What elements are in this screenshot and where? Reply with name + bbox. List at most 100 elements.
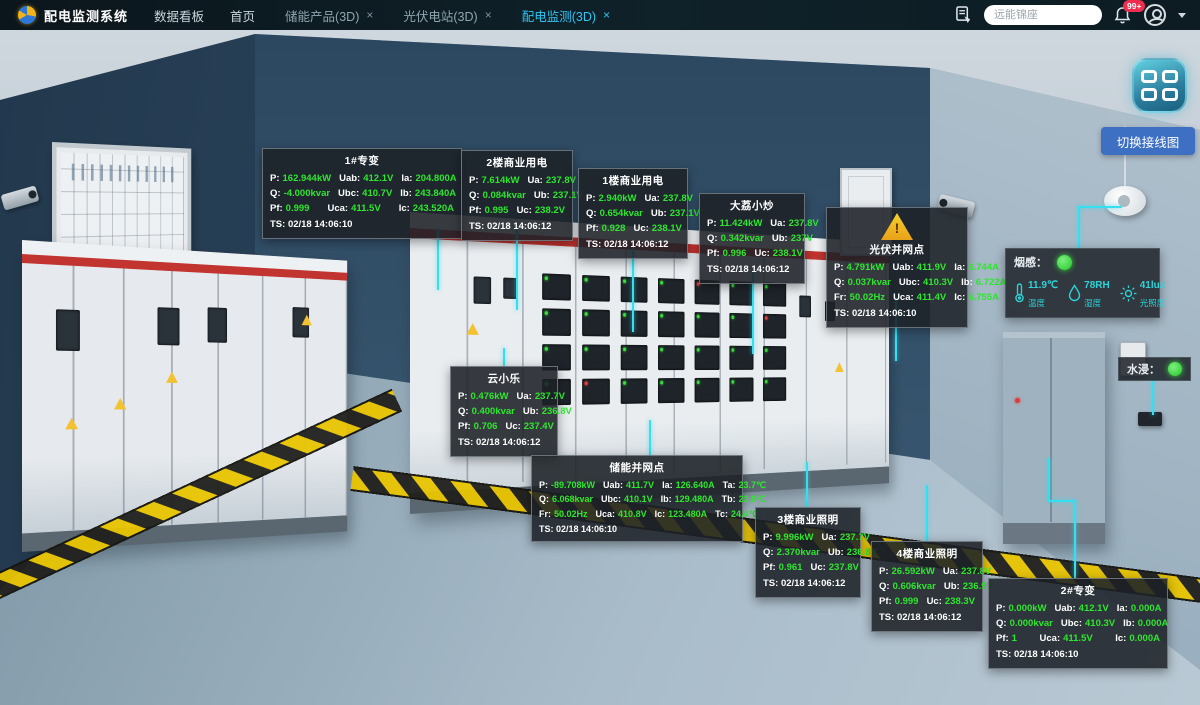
metric-value: -4.000kvar bbox=[284, 188, 330, 199]
metric-cell: Ub:237.1V bbox=[651, 206, 700, 221]
metric-label: Uca: bbox=[596, 509, 616, 519]
data-panel-floor2-commercial[interactable]: 2楼商业用电P:7.614kWUa:237.8VQ:0.084kvarUb:23… bbox=[461, 150, 573, 241]
panel-title: 4楼商业照明 bbox=[879, 546, 975, 563]
tab-storage-3d[interactable]: 储能产品(3D)× bbox=[285, 6, 373, 25]
panel-title: 光伏并网点 bbox=[834, 242, 960, 259]
metric-value: 50.02Hz bbox=[554, 509, 588, 519]
metric-label: Ic: bbox=[1115, 633, 1126, 644]
metric-value: 0.084kvar bbox=[483, 190, 526, 201]
metric-label: Uab: bbox=[1055, 603, 1076, 614]
metric-value: 6.068kvar bbox=[552, 494, 593, 504]
panel-row: Q:2.370kvarUb:236.8V bbox=[763, 545, 853, 560]
panel-row: Pf:1Uca:411.5VIc:0.000A bbox=[996, 631, 1160, 646]
metric-value: 0.342kvar bbox=[721, 233, 764, 244]
metric-value: 9.996kW bbox=[776, 532, 814, 543]
switch-wiring-diagram-button[interactable]: 切换接线图 bbox=[1101, 127, 1195, 155]
metric-cell: Ua:237.8V bbox=[528, 173, 576, 188]
data-panel-yun-xiaole[interactable]: 云小乐P:0.476kWUa:237.7VQ:0.400kvarUb:236.8… bbox=[450, 366, 558, 457]
metric-cell: Ua:237.8V bbox=[645, 191, 693, 206]
tab-close-icon[interactable]: × bbox=[366, 8, 373, 22]
connector-line bbox=[632, 248, 634, 332]
cabinet-right-end[interactable] bbox=[1003, 332, 1105, 544]
tab-close-icon[interactable]: × bbox=[485, 8, 492, 22]
metric-value: 237.7V bbox=[535, 391, 565, 402]
data-panel-floor4-lighting[interactable]: 4楼商业照明P:26.592kWUa:237.8VQ:0.606kvarUb:2… bbox=[871, 541, 983, 632]
data-panel-floor1-commercial[interactable]: 1楼商业用电P:2.940kWUa:237.8VQ:0.654kvarUb:23… bbox=[578, 168, 688, 259]
panel-title: 2#专变 bbox=[996, 583, 1160, 600]
metric-cell: Ic:0.000A bbox=[1115, 631, 1160, 646]
panel-row: Q:6.068kvarUbc:410.1VIb:129.480ATb:23.9℃ bbox=[539, 492, 735, 506]
metric-value: 0.928 bbox=[602, 223, 626, 234]
metric-cell: Pf:0.996 bbox=[707, 246, 746, 261]
metric-label: Ia: bbox=[401, 173, 412, 184]
metric-cell: Q:0.654kvar bbox=[586, 206, 643, 221]
top-nav-bar: 配电监测系统 数据看板首页 储能产品(3D)×光伏电站(3D)×配电监测(3D)… bbox=[0, 0, 1200, 30]
metric-label: Uca: bbox=[1040, 633, 1061, 644]
humidity-sensor: 78RH湿度 bbox=[1068, 275, 1110, 311]
metric-cell: Ua:237.8V bbox=[770, 216, 818, 231]
metric-cell: Ib:0.000A bbox=[1123, 616, 1168, 631]
panel-row: Q:0.400kvarUb:236.8V bbox=[458, 404, 550, 419]
thermometer-icon bbox=[1014, 283, 1025, 303]
meter-cell bbox=[658, 311, 684, 337]
data-panel-storage-grid-point[interactable]: 储能并网点P:-89.708kWUab:411.7VIa:126.640ATa:… bbox=[531, 455, 743, 542]
metric-label: Ubc: bbox=[338, 188, 359, 199]
panel-row: Q:0.000kvarUbc:410.3VIb:0.000A bbox=[996, 616, 1160, 631]
metric-cell: Q:0.084kvar bbox=[469, 188, 526, 203]
panel-title: 大荔小炒 bbox=[707, 198, 797, 215]
smoke-detector bbox=[1104, 186, 1146, 216]
metric-value: 2.940kW bbox=[599, 193, 637, 204]
menu-item-home[interactable]: 首页 bbox=[230, 6, 255, 25]
metric-label: Ia: bbox=[954, 262, 965, 273]
metric-cell: Ubc:410.3V bbox=[1061, 616, 1115, 631]
notification-bell[interactable]: 99+ bbox=[1114, 6, 1132, 24]
menu-item-dashboard[interactable]: 数据看板 bbox=[154, 6, 204, 25]
document-icon[interactable] bbox=[956, 6, 972, 24]
data-panel-floor3-lighting[interactable]: 3楼商业照明P:9.996kWUa:237.7VQ:2.370kvarUb:23… bbox=[755, 507, 861, 598]
panel-row: P:9.996kWUa:237.7V bbox=[763, 530, 853, 545]
meter-cell bbox=[582, 275, 610, 302]
metric-label: Q: bbox=[458, 406, 469, 417]
search-box bbox=[984, 5, 1102, 25]
metric-value: 123.480A bbox=[668, 509, 707, 519]
metric-value: 126.640A bbox=[676, 480, 715, 490]
meter-grid bbox=[542, 273, 786, 405]
alarm-warning-icon bbox=[881, 213, 913, 240]
machine-room-3d-scene[interactable]: 1#专变P:162.944kWUab:412.1VIa:204.800AQ:-4… bbox=[0, 30, 1200, 705]
panel-row: P:2.940kWUa:237.8V bbox=[586, 191, 680, 206]
connector-line bbox=[1048, 458, 1050, 500]
connector-line bbox=[926, 485, 928, 541]
metric-cell: Ic:6.755A bbox=[954, 290, 999, 305]
tab-pv-3d[interactable]: 光伏电站(3D) × bbox=[403, 6, 491, 25]
env-sensor-panel[interactable]: 烟感： 11.9℃温度 78RH湿度 41lux光照度 bbox=[1005, 248, 1160, 318]
metric-value: 11.424kW bbox=[720, 218, 763, 229]
metric-value: 0.961 bbox=[779, 562, 803, 573]
data-panel-transformer-2[interactable]: 2#专变P:0.000kWUab:412.1VIa:0.000AQ:0.000k… bbox=[988, 578, 1168, 669]
metric-value: 4.791kW bbox=[847, 262, 885, 273]
metric-cell: Pf:0.928 bbox=[586, 221, 625, 236]
metric-cell: Uc:238.3V bbox=[927, 594, 975, 609]
user-avatar[interactable] bbox=[1144, 4, 1166, 26]
metric-label: Fr: bbox=[539, 509, 551, 519]
app-launcher-button[interactable] bbox=[1132, 58, 1187, 113]
tab-label: 光伏电站(3D) bbox=[403, 6, 477, 25]
metric-label: Uab: bbox=[893, 262, 914, 273]
metric-value: 0.654kvar bbox=[600, 208, 643, 219]
chevron-down-icon[interactable] bbox=[1178, 13, 1186, 18]
tab-close-icon[interactable]: × bbox=[603, 8, 610, 22]
panel-row: P:11.424kWUa:237.8V bbox=[707, 216, 797, 231]
metric-label: Uc: bbox=[810, 562, 825, 573]
metric-cell: P:26.592kW bbox=[879, 564, 935, 579]
panel-title: 云小乐 bbox=[458, 371, 550, 388]
data-panel-pv-grid-point[interactable]: 光伏并网点P:4.791kWUab:411.9VIa:6.744AQ:0.037… bbox=[826, 207, 968, 328]
data-panel-dali-xiaochao[interactable]: 大荔小炒P:11.424kWUa:237.8VQ:0.342kvarUb:237… bbox=[699, 193, 805, 284]
search-input[interactable] bbox=[994, 9, 1092, 21]
metric-label: Q: bbox=[996, 618, 1007, 629]
water-sensor-panel[interactable]: 水浸： bbox=[1118, 357, 1191, 381]
metric-cell: Uab:412.1V bbox=[1055, 601, 1109, 616]
data-panel-transformer-1[interactable]: 1#专变P:162.944kWUab:412.1VIa:204.800AQ:-4… bbox=[262, 148, 462, 239]
panel-row: Pf:0.996Uc:238.1V bbox=[707, 246, 797, 261]
metric-value: 412.1V bbox=[1079, 603, 1109, 614]
meter-cell bbox=[582, 378, 610, 404]
tab-power-3d[interactable]: 配电监测(3D)× bbox=[522, 6, 610, 25]
